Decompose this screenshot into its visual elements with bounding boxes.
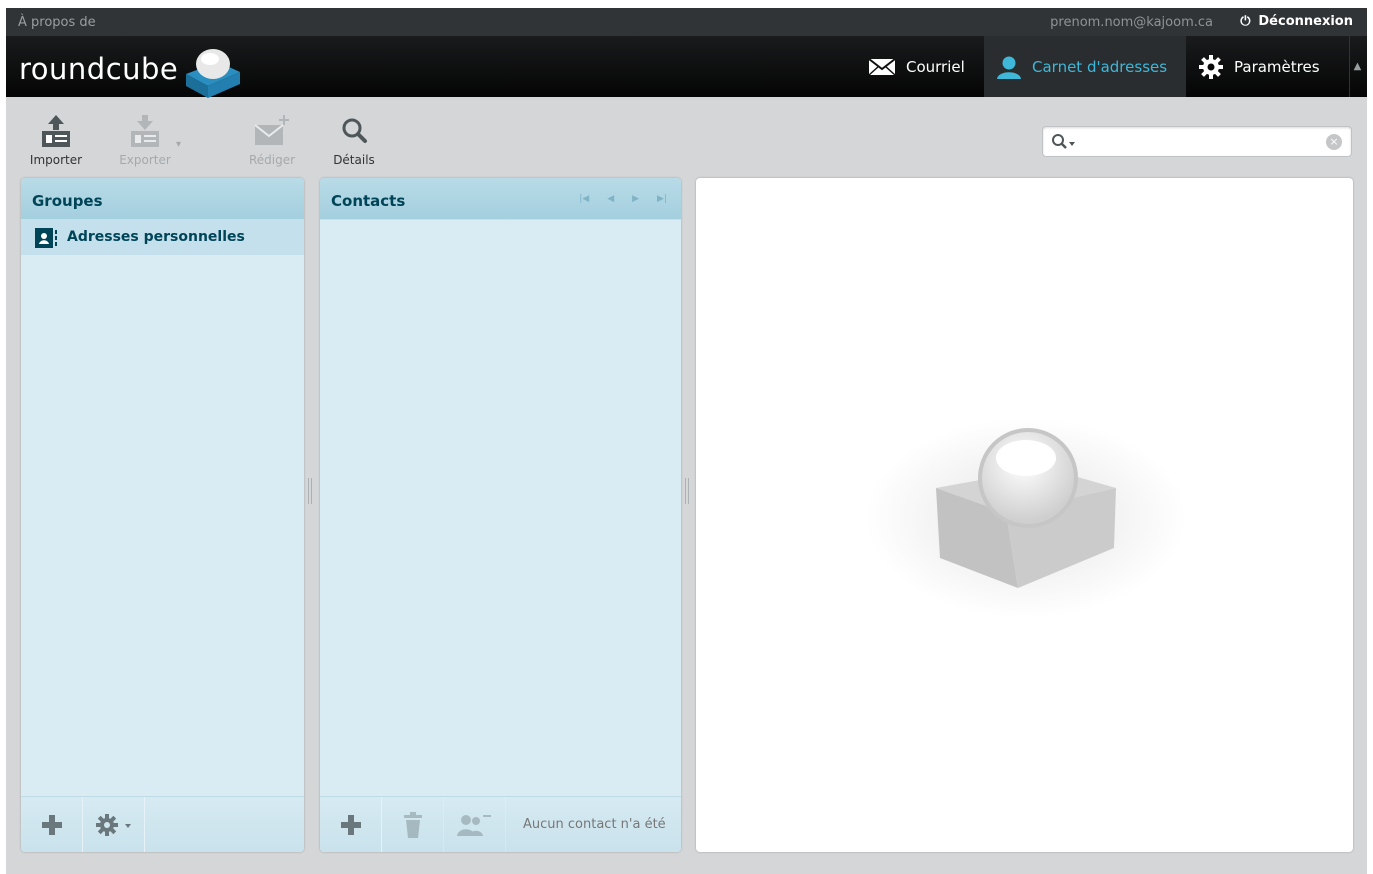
first-page-icon[interactable]: |◀ bbox=[579, 194, 589, 204]
compose-button[interactable]: Rédiger bbox=[242, 113, 302, 167]
previous-page-icon[interactable]: ◀ bbox=[607, 194, 614, 204]
magnifier-icon bbox=[342, 118, 367, 143]
export-label: Exporter bbox=[119, 153, 171, 167]
import-label: Importer bbox=[29, 153, 83, 167]
task-addressbook[interactable]: Carnet d'adresses bbox=[984, 36, 1186, 97]
task-mail[interactable]: Courriel bbox=[856, 36, 984, 97]
roundcube-logo-icon bbox=[186, 49, 240, 98]
trash-icon bbox=[403, 812, 422, 838]
group-item-label: Adresses personnelles bbox=[67, 229, 245, 245]
contacts-footer: Aucun contact n'a été bbox=[320, 796, 681, 852]
groups-splitter[interactable] bbox=[308, 478, 312, 504]
plus-icon bbox=[340, 815, 361, 835]
export-icon bbox=[131, 115, 159, 147]
last-page-icon[interactable]: ▶| bbox=[657, 194, 667, 204]
header-bar: roundcube Courriel Carnet d'adresses Par… bbox=[6, 36, 1367, 98]
export-button[interactable]: Exporter bbox=[114, 113, 176, 167]
group-item-personal-addresses[interactable]: Adresses personnelles bbox=[21, 220, 304, 255]
remove-from-group-button[interactable] bbox=[444, 797, 506, 852]
top-line-bar: À propos de prenom.nom@kajoom.ca ⏻ Déconn… bbox=[6, 8, 1367, 36]
import-icon bbox=[42, 115, 70, 147]
contacts-splitter[interactable] bbox=[685, 478, 689, 504]
remove-group-member-icon bbox=[456, 815, 491, 836]
header-collapse-button[interactable]: ▲ bbox=[1349, 36, 1365, 97]
addressbook-icon bbox=[35, 228, 57, 248]
contacts-count-text: Aucun contact n'a été bbox=[523, 817, 666, 832]
search-reset-icon[interactable]: × bbox=[1326, 134, 1342, 150]
task-addressbook-label: Carnet d'adresses bbox=[1032, 57, 1168, 76]
compose-label: Rédiger bbox=[248, 153, 296, 167]
add-contact-button[interactable] bbox=[320, 797, 382, 852]
pager: |◀ ◀ ▶ ▶| bbox=[579, 194, 667, 204]
contacts-title: Contacts bbox=[331, 192, 406, 210]
delete-contact-button[interactable] bbox=[382, 797, 444, 852]
group-options-button[interactable] bbox=[83, 797, 145, 852]
details-label: Détails bbox=[333, 153, 375, 167]
groups-footer bbox=[21, 796, 304, 852]
details-button[interactable]: Détails bbox=[324, 113, 384, 167]
search-options-icon[interactable] bbox=[1051, 133, 1079, 151]
import-button[interactable]: Importer bbox=[26, 113, 86, 167]
export-dropdown-arrow-icon[interactable]: ▾ bbox=[176, 139, 181, 150]
toolbar: Importer Exporter ▾ Rédiger Détails × bbox=[6, 97, 1367, 177]
contact-detail-frame bbox=[696, 178, 1353, 852]
contacts-panel: Contacts |◀ ◀ ▶ ▶| Aucun contact n'a été bbox=[320, 178, 681, 852]
logout-button[interactable]: ⏻ Déconnexion bbox=[1238, 14, 1353, 29]
compose-mail-icon bbox=[254, 115, 289, 145]
groups-header: Groupes bbox=[21, 178, 304, 220]
logo-text[interactable]: roundcube bbox=[19, 52, 178, 86]
roundcube-watermark-icon bbox=[866, 418, 1186, 618]
groups-panel: Groupes Adresses personnelles bbox=[21, 178, 304, 852]
person-icon bbox=[997, 56, 1021, 79]
task-mail-label: Courriel bbox=[906, 57, 965, 76]
plus-icon bbox=[41, 815, 62, 835]
task-settings[interactable]: Paramètres bbox=[1186, 36, 1352, 97]
about-link[interactable]: À propos de bbox=[18, 15, 96, 30]
add-group-button[interactable] bbox=[21, 797, 83, 852]
search-box: × bbox=[1042, 126, 1352, 157]
username-label: prenom.nom@kajoom.ca bbox=[1050, 15, 1213, 30]
gear-icon bbox=[1199, 54, 1223, 79]
logout-label: Déconnexion bbox=[1258, 14, 1353, 29]
app-frame: À propos de prenom.nom@kajoom.ca ⏻ Déconn… bbox=[6, 8, 1367, 874]
task-settings-label: Paramètres bbox=[1234, 57, 1320, 76]
next-page-icon[interactable]: ▶ bbox=[632, 194, 639, 204]
gear-options-icon bbox=[95, 814, 131, 836]
search-input[interactable] bbox=[1081, 130, 1321, 154]
mail-icon bbox=[868, 57, 896, 76]
power-icon: ⏻ bbox=[1240, 14, 1251, 29]
